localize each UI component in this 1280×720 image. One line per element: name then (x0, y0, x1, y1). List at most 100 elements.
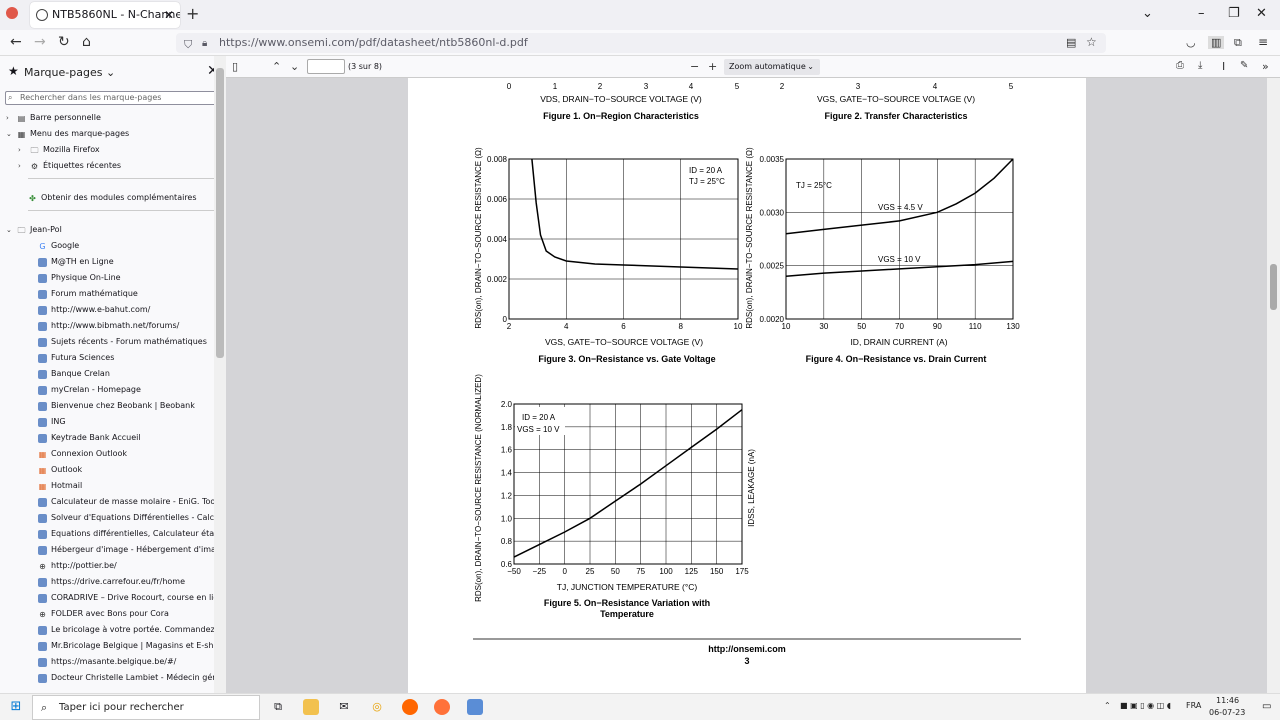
y-tick-label: 0.0035 (760, 155, 785, 164)
download-icon[interactable]: ⤓ (1198, 60, 1202, 71)
bookmark-item[interactable]: Equations différentielles, Calculateur é… (0, 526, 214, 542)
bookmark-item[interactable]: Keytrade Bank Accueil (0, 430, 214, 446)
twisty-icon[interactable]: › (18, 158, 21, 174)
bookmark-label: Google (51, 241, 80, 250)
pdf-viewer[interactable]: 0 1 2 3 4 5 VDS, DRAIN−TO−SOURCE VOLTAGE… (226, 78, 1267, 693)
bookmark-item[interactable]: Futura Sciences (0, 350, 214, 366)
bookmark-item[interactable]: ▦ Hotmail (0, 478, 214, 494)
bookmark-item[interactable]: Mr.Bricolage Belgique | Magasins et E-sh… (0, 638, 214, 654)
bookmark-item[interactable]: ⊕ FOLDER avec Bons pour Cora (0, 606, 214, 622)
bookmark-item[interactable]: › ▤ Barre personnelle (0, 110, 214, 126)
bookmark-item[interactable]: Le bricolage à votre portée. Commandez a… (0, 622, 214, 638)
bookmark-item[interactable]: Forum mathématique (0, 286, 214, 302)
bookmark-item[interactable]: ING (0, 414, 214, 430)
bookmark-star-icon[interactable]: ☆ (1086, 35, 1097, 49)
next-page-icon[interactable]: ⌄ (290, 60, 299, 73)
clock-time[interactable]: 11:46 (1216, 696, 1239, 705)
clock-date[interactable]: 06-07-23 (1209, 708, 1245, 717)
task-view-icon[interactable]: ⧉ (270, 699, 286, 715)
draw-tool-icon[interactable]: ✎ (1240, 60, 1248, 71)
bookmark-item[interactable]: › 🗀 Mozilla Firefox (0, 142, 214, 158)
more-tools-icon[interactable]: » (1262, 60, 1269, 73)
bookmark-item[interactable]: Sujets récents - Forum mathématiques (0, 334, 214, 350)
minimize-icon[interactable]: – (1198, 6, 1205, 21)
file-explorer-icon[interactable] (303, 699, 319, 715)
sidebar-scroll-thumb[interactable] (216, 68, 224, 358)
tray-icons[interactable]: ■ ▣ ▯ ◉ ◫ ◖ (1120, 701, 1171, 710)
bookmark-item[interactable]: myCrelan - Homepage (0, 382, 214, 398)
app-icon[interactable]: ◎ (369, 699, 385, 715)
bookmark-item[interactable]: Solveur d'Equations Différentielles - Ca… (0, 510, 214, 526)
bookmark-item[interactable]: M@TH en Ligne (0, 254, 214, 270)
bookmark-item[interactable]: ⊕ http://pottier.be/ (0, 558, 214, 574)
close-window-icon[interactable]: ✕ (1256, 6, 1267, 21)
viewer-scroll-thumb[interactable] (1270, 264, 1277, 310)
twisty-icon[interactable]: › (18, 142, 21, 158)
mail-icon[interactable]: ✉ (336, 699, 352, 715)
folder-icon: 🗀 (17, 226, 26, 235)
zoom-select[interactable]: Zoom automatique ⌄ (724, 59, 820, 75)
home-icon[interactable]: ⌂ (82, 34, 91, 50)
bookmark-item[interactable]: ▦ Connexion Outlook (0, 446, 214, 462)
viewer-scrollbar[interactable] (1267, 78, 1280, 693)
text-tool-icon[interactable]: I (1222, 60, 1225, 73)
bookmark-item[interactable]: G Google (0, 238, 214, 254)
lock-icon[interactable]: 🔒︎ (202, 34, 207, 54)
bookmark-item[interactable]: https://masante.belgique.be/#/ (0, 654, 214, 670)
print-icon[interactable]: ⎙ (1176, 60, 1184, 71)
bookmark-item[interactable]: Calculateur de masse molaire - EniG. Too… (0, 494, 214, 510)
bookmark-item[interactable]: Banque Crelan (0, 366, 214, 382)
bookmark-search-input[interactable]: ⌕ Rechercher dans les marque-pages (5, 91, 220, 105)
forward-icon[interactable]: → (34, 34, 46, 50)
bookmark-item[interactable]: ✤ Obtenir des modules complémentaires (0, 190, 214, 206)
firefox-icon[interactable] (434, 699, 450, 715)
menu-icon[interactable]: ≡ (1258, 35, 1268, 49)
shield-icon[interactable]: ⛉ (184, 35, 192, 55)
previous-page-icon[interactable]: ⌃ (272, 60, 281, 73)
tray-chevron-icon[interactable]: ⌃ (1104, 701, 1111, 710)
url-bar[interactable]: ⛉ 🔒︎ https://www.onsemi.com/pdf/datashee… (176, 33, 1106, 53)
app-icon[interactable] (467, 699, 483, 715)
toggle-sidebar-icon[interactable]: ▯ (232, 60, 238, 73)
zoom-in-icon[interactable]: + (708, 60, 717, 73)
maximize-icon[interactable]: ❐ (1228, 6, 1240, 21)
fig1-caption: Figure 1. On−Region Characteristics (543, 111, 699, 121)
bookmark-item[interactable]: https://drive.carrefour.eu/fr/home (0, 574, 214, 590)
reader-view-icon[interactable]: ▤ (1066, 36, 1076, 49)
new-tab-icon[interactable]: + (186, 4, 199, 23)
bookmark-item[interactable]: Hébergeur d'image - Hébergement d'image … (0, 542, 214, 558)
page-number-input[interactable] (307, 59, 345, 74)
notifications-icon[interactable]: ▭ (1262, 701, 1271, 712)
bookmark-item[interactable]: Bienvenue chez Beobank | Beobank (0, 398, 214, 414)
zoom-out-icon[interactable]: − (690, 60, 699, 73)
bookmark-item[interactable]: ▦ Outlook (0, 462, 214, 478)
tab-active[interactable]: NTB5860NL - N-Channel Power ✕ (30, 2, 180, 28)
y-tick-label: 1.4 (501, 469, 513, 478)
sidebar-title[interactable]: Marque-pages ⌄ (24, 66, 115, 79)
bookmark-item[interactable]: › ⚙ Étiquettes récentes (0, 158, 214, 174)
bookmark-item[interactable]: http://www.e-bahut.com/ (0, 302, 214, 318)
language-indicator[interactable]: FRA (1186, 701, 1201, 710)
bookmark-item[interactable]: Docteur Christelle Lambiet - Médecin gén… (0, 670, 214, 686)
taskbar-search[interactable]: ⌕ Taper ici pour rechercher (32, 695, 260, 720)
reload-icon[interactable]: ↻ (58, 34, 70, 50)
sidebar-scrollbar[interactable] (214, 56, 226, 693)
twisty-icon[interactable]: › (6, 110, 9, 126)
bookmark-item[interactable]: http://www.bibmath.net/forums/ (0, 318, 214, 334)
twisty-icon[interactable]: ⌄ (6, 222, 12, 238)
bookmark-item[interactable]: ⌄ ▦ Menu des marque-pages (0, 126, 214, 142)
firefox-menu-icon[interactable] (6, 7, 18, 19)
sidebar-toggle-icon[interactable]: ▥ (1208, 36, 1225, 49)
pocket-icon[interactable]: ◡ (1186, 36, 1196, 49)
bookmark-item[interactable]: Physique On-Line (0, 270, 214, 286)
twisty-icon[interactable]: ⌄ (6, 126, 12, 142)
app-icon[interactable] (402, 699, 418, 715)
close-tab-icon[interactable]: ✕ (164, 2, 174, 28)
extensions-icon[interactable]: ⧉ (1234, 36, 1242, 50)
url-text[interactable]: https://www.onsemi.com/pdf/datasheet/ntb… (219, 36, 528, 49)
bookmark-item[interactable]: CORADRIVE – Drive Rocourt, course en lig… (0, 590, 214, 606)
list-tabs-icon[interactable]: ⌄ (1142, 6, 1153, 21)
back-icon[interactable]: ← (10, 34, 22, 50)
windows-start-icon[interactable]: ⊞ (8, 699, 24, 715)
bookmark-item[interactable]: ⌄ 🗀 Jean-Pol (0, 222, 214, 238)
